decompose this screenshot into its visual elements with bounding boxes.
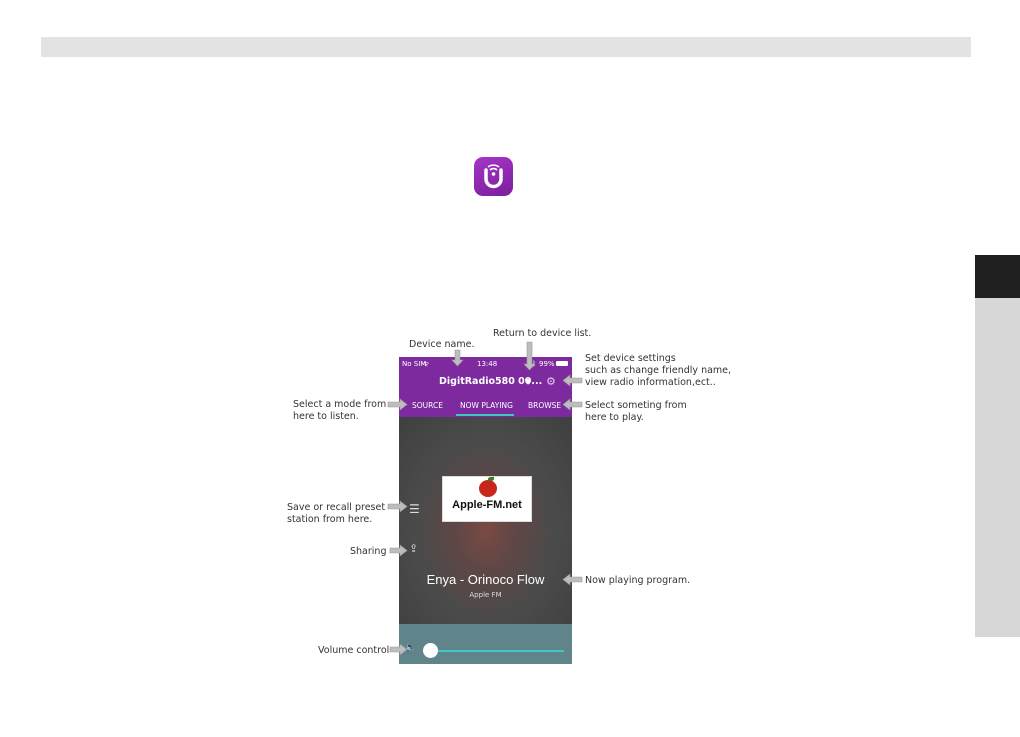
arrow-now-playing-icon — [562, 573, 583, 586]
arrow-device-name-icon — [451, 349, 464, 367]
arrow-return-icon — [523, 341, 536, 371]
arrow-volume-icon — [389, 643, 408, 656]
arrow-sharing-icon — [389, 544, 408, 557]
arrow-preset-icon — [387, 500, 408, 513]
arrow-settings-icon — [562, 374, 583, 387]
arrow-source-icon — [387, 398, 408, 411]
arrow-browse-icon — [562, 398, 583, 411]
annotation-arrows — [387, 341, 583, 656]
